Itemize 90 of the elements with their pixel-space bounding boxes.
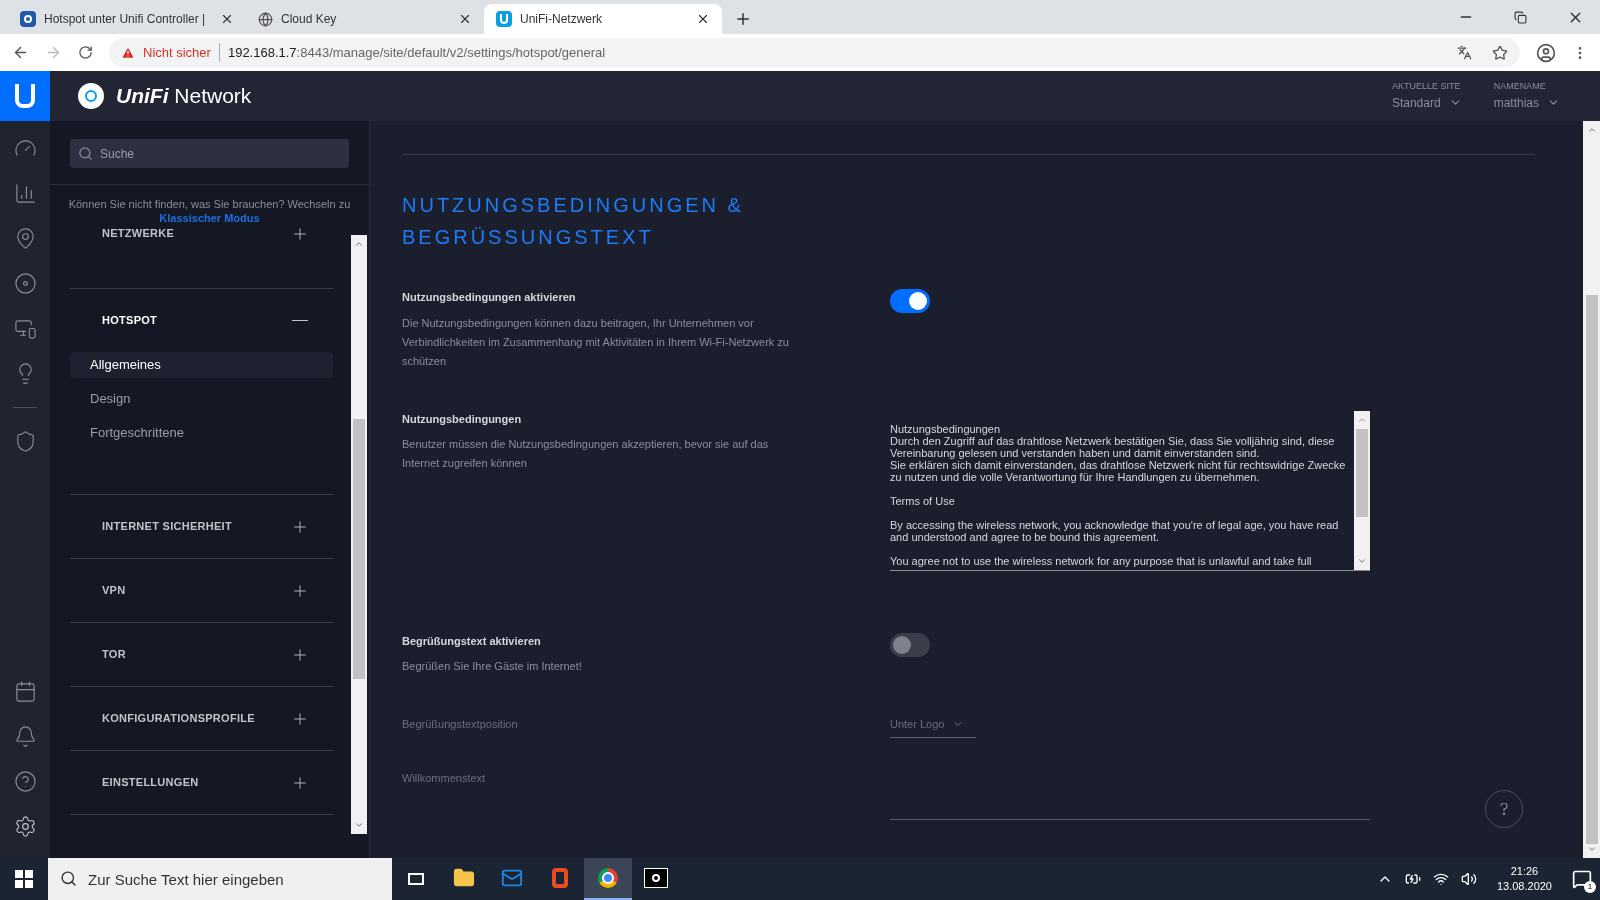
site-label: AKTUELLE SITE: [1391, 80, 1462, 94]
unifi-logo-icon: [496, 11, 512, 27]
office-icon: [552, 868, 568, 888]
bar-chart-icon[interactable]: [13, 182, 37, 205]
app-logo-icon: [78, 83, 104, 109]
restore-icon[interactable]: [1514, 10, 1527, 24]
setting-description: Begrüßen Sie Ihre Gäste im Internet!: [402, 659, 583, 674]
notification-count: 1: [1584, 881, 1596, 893]
section-title: NUTZUNGSBEDINGUNGEN & BEGRÜSSUNGSTEXT: [402, 193, 745, 250]
close-tab-icon[interactable]: [458, 12, 472, 26]
clock-date: 13.08.2020: [1496, 879, 1552, 894]
section-header[interactable]: NETZWERKE: [70, 225, 333, 288]
bookmark-star-icon[interactable]: [1492, 44, 1508, 61]
back-icon[interactable]: [12, 44, 29, 61]
classic-mode-link[interactable]: Klassischer Modus: [159, 212, 260, 224]
reload-icon[interactable]: [78, 45, 93, 60]
brand-name: UniFi Network: [116, 83, 252, 110]
bell-icon[interactable]: [13, 725, 37, 748]
setting-label: Willkommenstext: [402, 770, 487, 786]
question-mark-icon: [1500, 803, 1508, 815]
section-header[interactable]: KONFIGURATIONSPROFILE: [70, 687, 333, 750]
toggle-switch[interactable]: [890, 289, 930, 313]
browser-tab[interactable]: Cloud Key: [246, 4, 484, 34]
user-label: NAMENAME: [1493, 80, 1547, 94]
tab-title: Hotspot unter Unifi Controller |: [44, 11, 207, 28]
url-text: 192.168.1.7:8443/manage/site/default/v2/settings/hotspot/general: [227, 43, 606, 62]
setting-label: Nutzungsbedingungen aktivieren: [402, 290, 577, 305]
close-tab-icon[interactable]: [696, 12, 710, 26]
translate-icon[interactable]: [1457, 45, 1472, 60]
battery-icon[interactable]: [1404, 871, 1421, 887]
site-dropdown[interactable]: Standard: [1391, 93, 1462, 112]
taskbar-app[interactable]: [584, 858, 632, 900]
terms-paragraph: Nutzungsbedingungen Durch den Zugriff auf das drahtlose Netzwerk bestätigen Sie, dass Sie volljährig sind, diese Vereinbarung gelesen und verstanden haben und damit einverstanden sind. Sie erklären sich damit einverstanden, das drahtlose Netzwerk nicht für rechtswidrige Zwecke zu nutzen und die volle Verantwortung für Ihre Handlungen zu übernehmen.: [890, 422, 1347, 483]
section-header[interactable]: EINSTELLUNGEN: [70, 751, 333, 814]
disc-icon[interactable]: [13, 272, 37, 295]
wifi-icon[interactable]: [1432, 871, 1449, 887]
browser-tab[interactable]: UniFi-Netzwerk: [484, 4, 722, 34]
help-icon[interactable]: [13, 770, 37, 793]
user-dropdown[interactable]: matthias: [1493, 93, 1560, 112]
setting-description: Benutzer müssen die Nutzungsbedingungen akzeptieren, bevor sie auf das Internet zugreifen können: [402, 437, 770, 471]
search-icon: [60, 870, 77, 887]
notification-icon[interactable]: [1572, 869, 1592, 889]
page-scrollbar[interactable]: [1583, 121, 1600, 858]
calendar-icon[interactable]: [13, 680, 37, 703]
scroll-down-icon[interactable]: [354, 820, 364, 830]
scroll-up-icon[interactable]: [1586, 125, 1597, 135]
clock-time: 21:26: [1510, 864, 1539, 879]
globe-icon: [258, 11, 273, 27]
unifi-logo-icon[interactable]: [0, 71, 50, 121]
volume-icon[interactable]: [1460, 871, 1477, 887]
collapse-icon: [292, 319, 308, 322]
setting-label: Nutzungsbedingungen: [402, 411, 523, 427]
section-header[interactable]: TOR: [70, 623, 333, 686]
terms-paragraph: By accessing the wireless network, you acknowledge that you're of legal age, you have read and understood and agree to be bound this agreement.: [890, 518, 1340, 543]
site-logo-icon: [20, 11, 36, 27]
tab-title: UniFi-Netzwerk: [520, 11, 603, 28]
toggle-switch[interactable]: [890, 632, 930, 657]
chrome-icon: [598, 868, 618, 888]
expand-icon: [291, 225, 309, 243]
tab-title: Cloud Key: [281, 11, 338, 28]
address-bar[interactable]: Nicht sicher 192.168.1.7:8443/manage/site/default/v2/settings/hotspot/general: [109, 38, 1520, 67]
profile-icon[interactable]: [1536, 42, 1556, 63]
sidebar-scrollbar[interactable]: [351, 235, 367, 834]
scroll-up-icon[interactable]: [354, 239, 364, 249]
section-header[interactable]: VPN: [70, 559, 333, 622]
terms-paragraph: Terms of Use: [890, 494, 956, 507]
close-tab-icon[interactable]: [220, 12, 234, 26]
setting-label: Begrüßungstext aktivieren: [402, 633, 542, 649]
setting-label: Begrüßungstextposition: [402, 717, 519, 732]
search-icon: [78, 146, 93, 161]
settings-icon[interactable]: [13, 815, 37, 838]
warning-icon: [121, 45, 135, 60]
terms-paragraph: You agree not to use the wireless network for any purpose that is unlawful and take full: [890, 554, 1313, 567]
section-header[interactable]: INTERNET SICHERHEIT: [70, 495, 333, 558]
sidebar-item[interactable]: Design: [70, 386, 333, 412]
section-header[interactable]: HOTSPOT: [70, 289, 333, 352]
app-icon: [644, 868, 668, 888]
mail-icon: [501, 867, 523, 889]
folder-icon: [453, 867, 475, 889]
sidebar-item[interactable]: Fortgeschrittene: [70, 420, 333, 446]
security-warning[interactable]: Nicht sicher: [143, 42, 220, 63]
sidebar-item[interactable]: Allgemeines: [70, 352, 333, 378]
hint-text: Können Sie nicht finden, was Sie brauchen? Wechseln zu Klassischer Modus: [67, 197, 352, 225]
devices-icon[interactable]: [13, 317, 37, 340]
browser-tab[interactable]: Hotspot unter Unifi Controller |: [8, 4, 246, 34]
taskbar-search-field[interactable]: Zur Suche Text hier eingeben: [48, 858, 392, 900]
new-tab-icon[interactable]: [734, 10, 752, 28]
search-field[interactable]: Suche: [70, 139, 349, 168]
scroll-down-icon[interactable]: [1586, 844, 1597, 854]
setting-description: Die Nutzungsbedingungen können dazu beitragen, Ihr Unternehmen vor Verbindlichkeiten im Zusammenhang mit Aktivitäten in Ihrem Wi-Fi-Netzwerk zu schützen: [402, 315, 790, 369]
